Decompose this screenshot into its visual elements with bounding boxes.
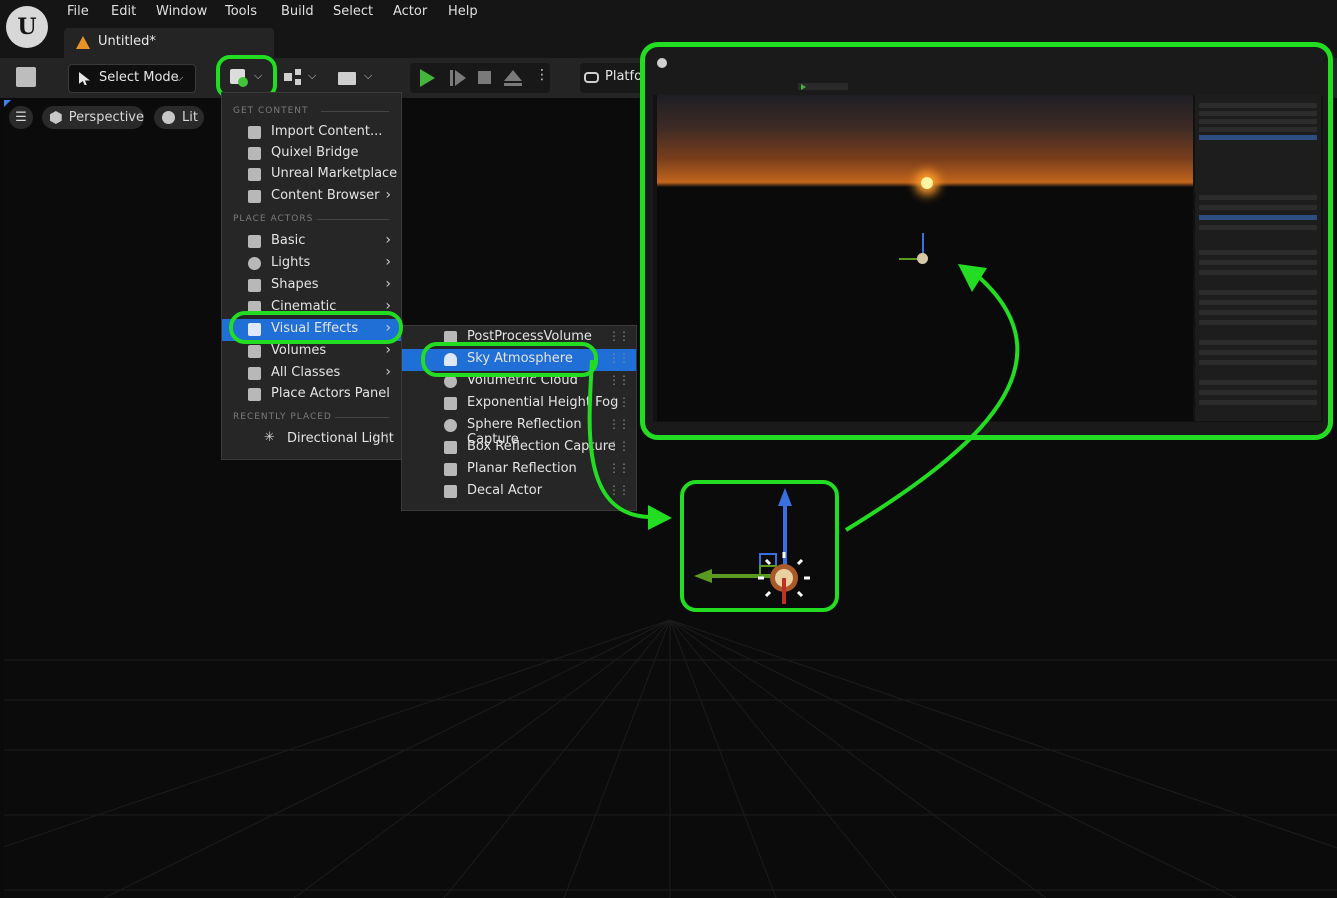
arrow-to-gizmo-icon [648,505,672,530]
tutorial-arrows [587,264,1020,532]
